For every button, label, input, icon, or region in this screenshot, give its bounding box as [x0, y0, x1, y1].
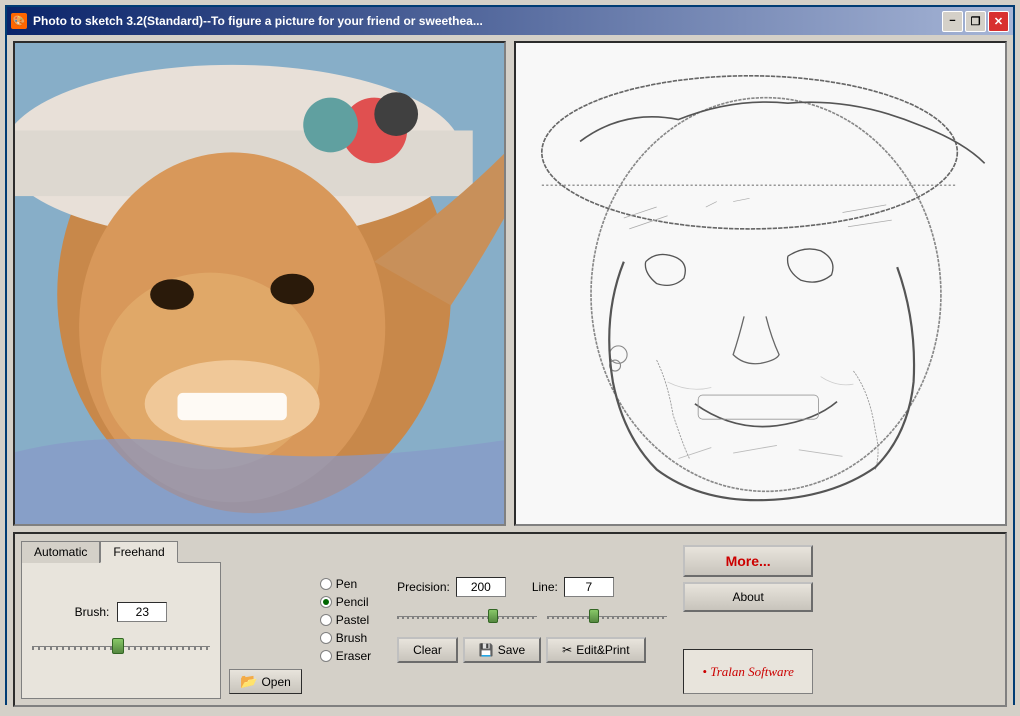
pastel-label: Pastel: [336, 613, 369, 627]
bottom-controls: Automatic Freehand Brush: �: [13, 532, 1007, 707]
radio-pen[interactable]: Pen: [320, 577, 371, 591]
line-input[interactable]: [564, 577, 614, 597]
photo-panel: [13, 41, 506, 526]
eraser-label: Eraser: [336, 649, 371, 663]
right-section: More... About • Tralan Software: [683, 540, 813, 699]
more-button[interactable]: More...: [683, 545, 813, 577]
photo-image: [15, 43, 504, 524]
images-area: [13, 41, 1007, 526]
pencil-label: Pencil: [336, 595, 369, 609]
window-title: Photo to sketch 3.2(Standard)--To figure…: [33, 14, 942, 28]
sketch-panel: [514, 41, 1007, 526]
radio-pencil[interactable]: Pencil: [320, 595, 371, 609]
precision-label: Precision:: [397, 580, 450, 594]
logo-area: • Tralan Software: [683, 649, 813, 694]
tab-freehand[interactable]: Freehand: [100, 541, 177, 563]
line-label: Line:: [532, 580, 558, 594]
logo-text: • Tralan Software: [702, 664, 794, 680]
pencil-radio[interactable]: [320, 596, 332, 608]
tabs: Automatic Freehand: [21, 540, 221, 562]
save-button[interactable]: 💾 Save: [463, 637, 541, 663]
line-slider[interactable]: [547, 605, 667, 629]
brush-slider-thumb[interactable]: [112, 638, 124, 654]
title-bar: 🎨 Photo to sketch 3.2(Standard)--To figu…: [7, 7, 1013, 35]
pen-label: Pen: [336, 577, 357, 591]
folder-icon: 📂: [240, 673, 257, 690]
window-controls: − ❐ ✕: [942, 11, 1009, 32]
open-section: 📂 Open: [229, 540, 302, 699]
brush-label: Brush:: [75, 605, 110, 619]
radio-section: Pen Pencil Pastel Brush Eraser: [310, 540, 381, 699]
precision-input[interactable]: [456, 577, 506, 597]
brush-input[interactable]: [117, 602, 167, 622]
app-icon: 🎨: [11, 13, 27, 29]
main-window: 🎨 Photo to sketch 3.2(Standard)--To figu…: [5, 5, 1015, 705]
about-button[interactable]: About: [683, 582, 813, 612]
clear-button[interactable]: Clear: [397, 637, 458, 663]
save-label: Save: [498, 643, 525, 657]
sketch-image: [516, 43, 1005, 524]
edit-print-label: Edit&Print: [576, 643, 629, 657]
clear-label: Clear: [413, 643, 442, 657]
brush-slider[interactable]: [32, 632, 210, 660]
action-buttons: Clear 💾 Save ✂ Edit&Print: [397, 637, 667, 663]
brush-row: Brush:: [75, 602, 168, 622]
radio-eraser[interactable]: Eraser: [320, 649, 371, 663]
precision-slider[interactable]: [397, 605, 537, 629]
tab-content: Brush:: [21, 562, 221, 699]
radio-pastel[interactable]: Pastel: [320, 613, 371, 627]
restore-button[interactable]: ❐: [965, 11, 986, 32]
precision-section: Precision: Line:: [389, 540, 675, 699]
tab-section: Automatic Freehand Brush:: [21, 540, 221, 699]
minimize-button[interactable]: −: [942, 11, 963, 32]
save-icon: 💾: [479, 643, 494, 657]
close-button[interactable]: ✕: [988, 11, 1009, 32]
open-button[interactable]: 📂 Open: [229, 669, 302, 694]
open-label: Open: [261, 675, 290, 689]
window-body: Automatic Freehand Brush: �: [7, 35, 1013, 713]
precision-track: [397, 616, 537, 619]
precision-thumb[interactable]: [488, 609, 498, 623]
radio-brush[interactable]: Brush: [320, 631, 371, 645]
logo-name: Tralan Software: [710, 664, 794, 679]
line-thumb[interactable]: [589, 609, 599, 623]
pastel-radio[interactable]: [320, 614, 332, 626]
pen-radio[interactable]: [320, 578, 332, 590]
tab-automatic[interactable]: Automatic: [21, 541, 100, 563]
brush-tool-label: Brush: [336, 631, 367, 645]
brush-radio[interactable]: [320, 632, 332, 644]
line-track: [547, 616, 667, 619]
edit-icon: ✂: [562, 643, 572, 657]
precision-row: Precision: Line:: [397, 577, 667, 597]
eraser-radio[interactable]: [320, 650, 332, 662]
edit-print-button[interactable]: ✂ Edit&Print: [546, 637, 645, 663]
